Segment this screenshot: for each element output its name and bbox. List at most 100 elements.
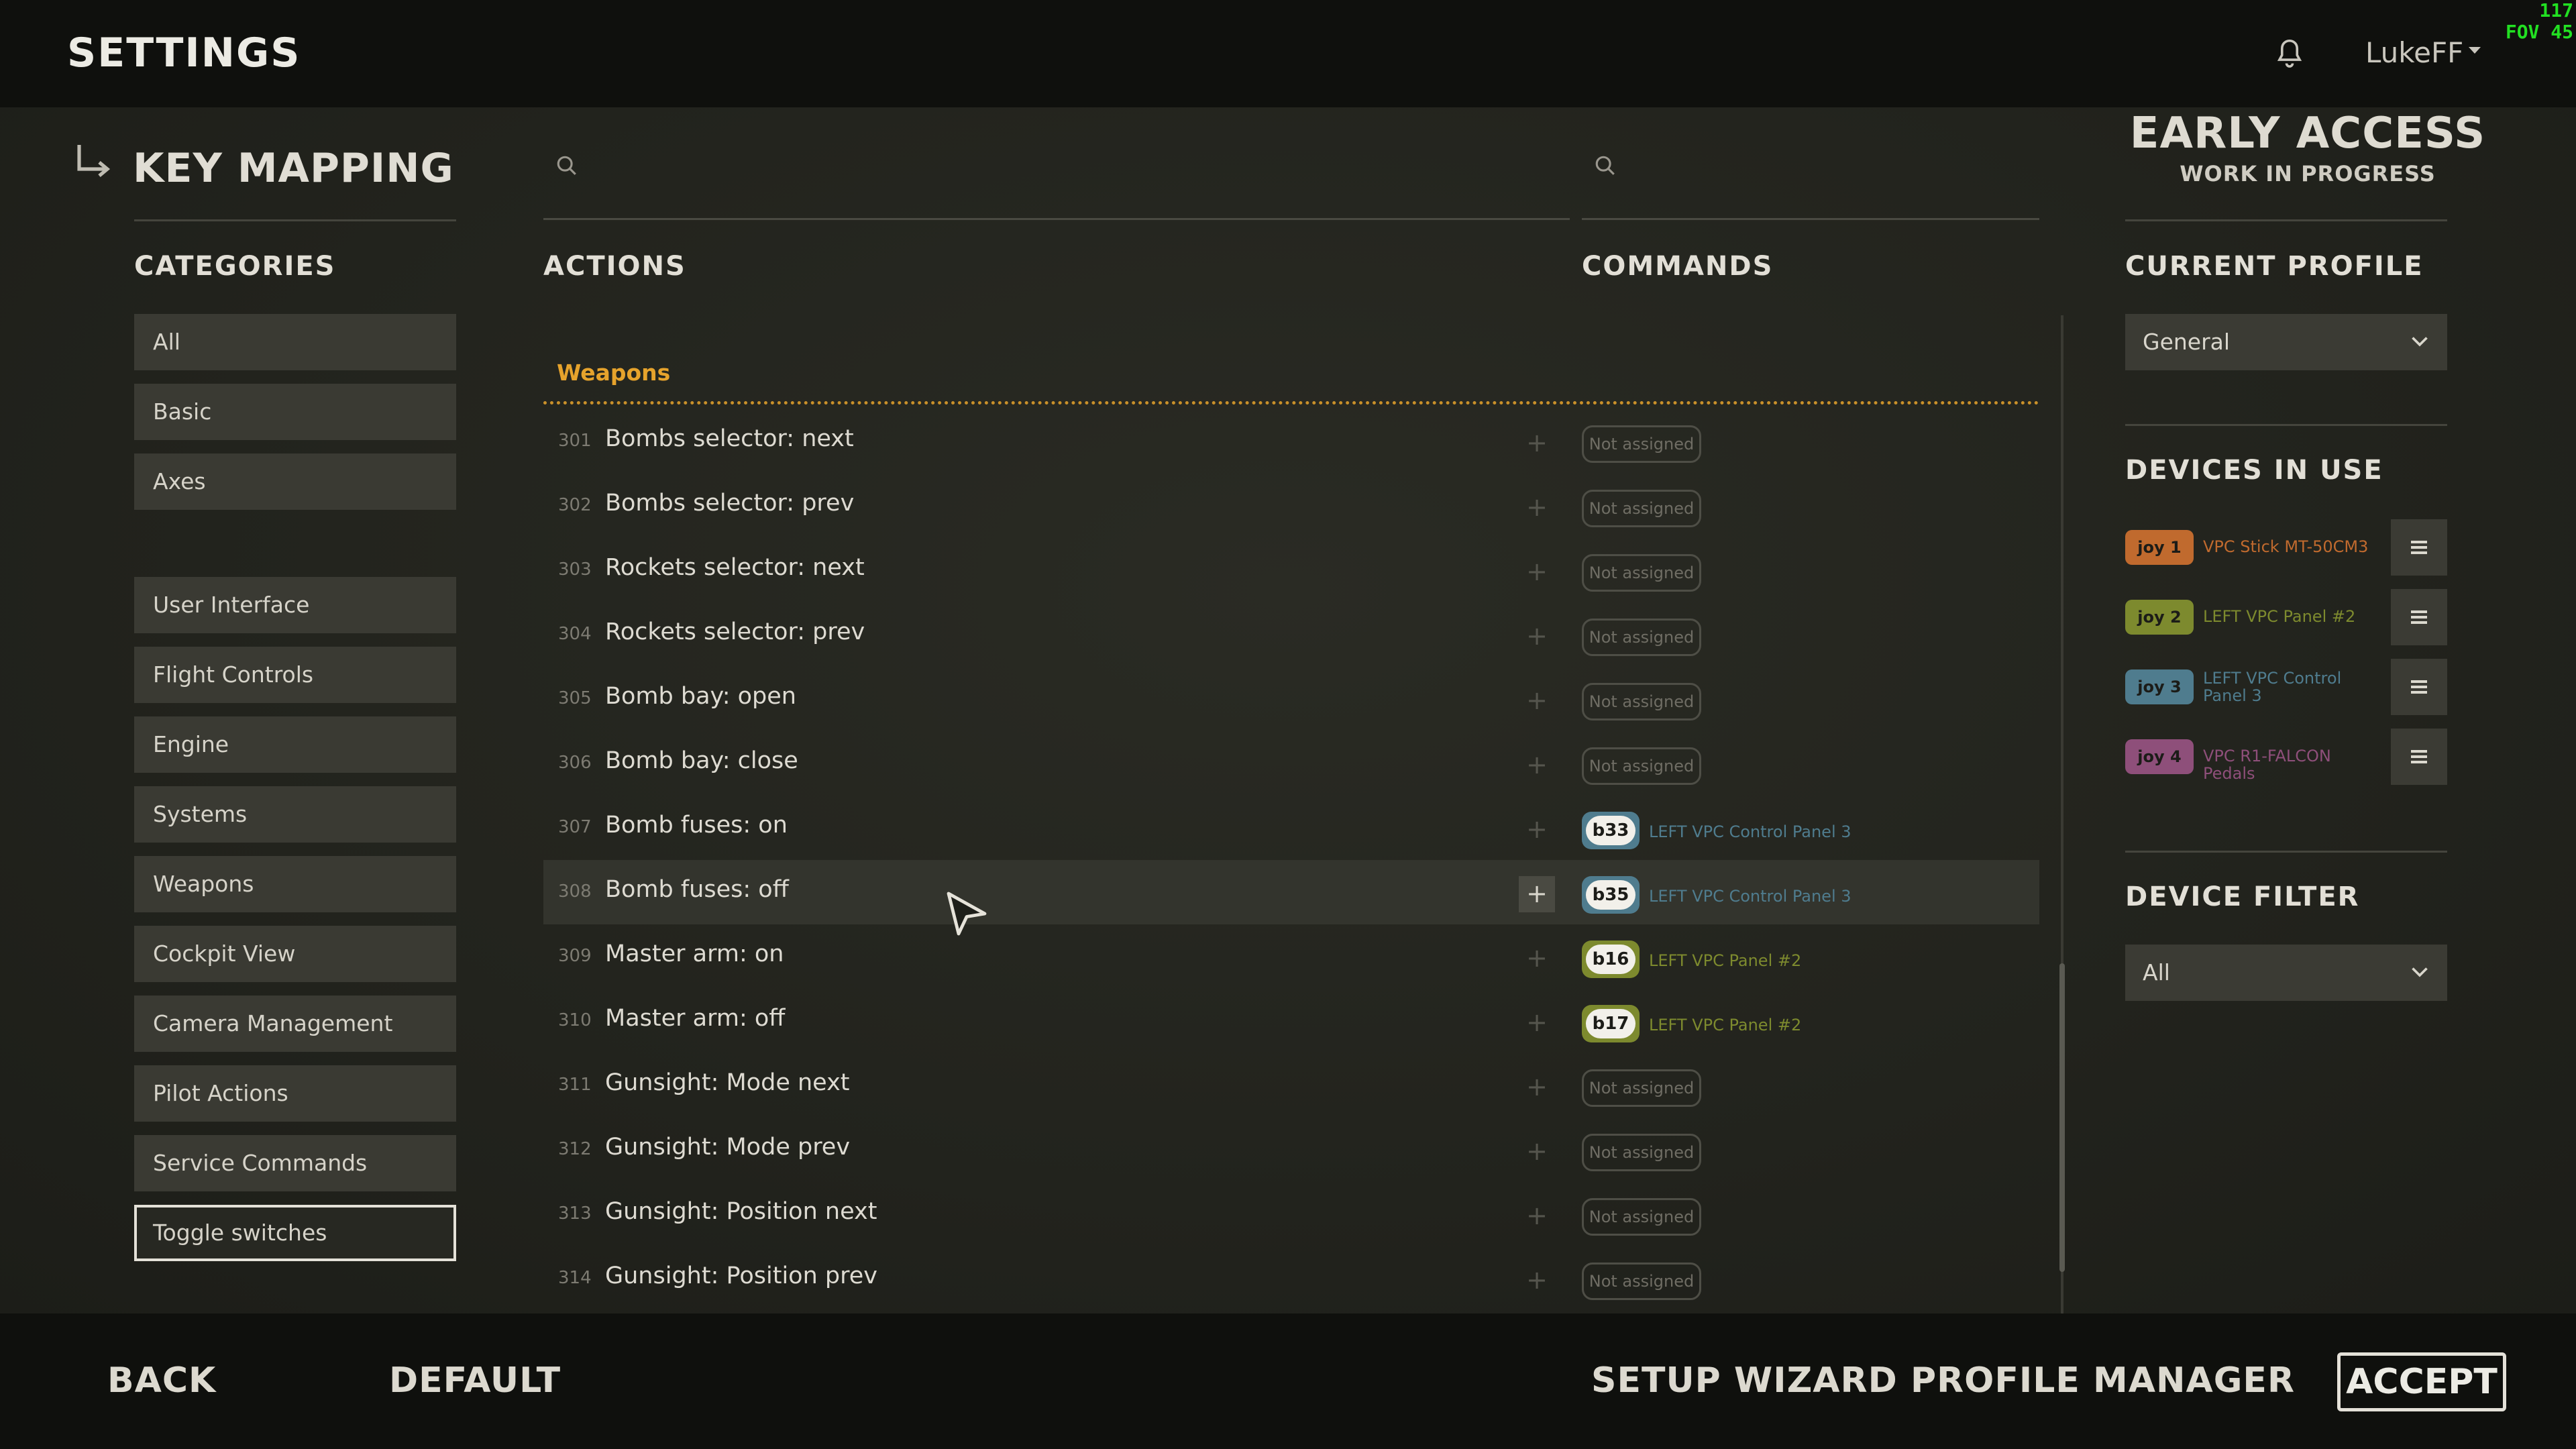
add-binding-button[interactable]: + xyxy=(1519,876,1555,912)
action-number: 307 xyxy=(558,817,592,837)
not-assigned-slot[interactable]: Not assigned xyxy=(1582,619,1701,656)
add-binding-button[interactable]: + xyxy=(1519,1134,1555,1170)
device-menu-button[interactable] xyxy=(2391,729,2447,785)
action-row[interactable]: 314 Gunsight: Position prev + Not assigned xyxy=(543,1246,2039,1311)
add-binding-button[interactable]: + xyxy=(1519,1263,1555,1299)
category-item[interactable]: Engine xyxy=(134,716,456,773)
add-binding-button[interactable]: + xyxy=(1519,1198,1555,1234)
add-binding-button[interactable]: + xyxy=(1519,554,1555,590)
not-assigned-slot[interactable]: Not assigned xyxy=(1582,554,1701,592)
action-row[interactable]: 302 Bombs selector: prev + Not assigned xyxy=(543,474,2039,538)
profile-manager-button[interactable]: PROFILE MANAGER xyxy=(1911,1360,2295,1401)
action-number: 314 xyxy=(558,1268,592,1288)
action-number: 306 xyxy=(558,753,592,773)
category-item[interactable]: All xyxy=(134,314,456,370)
device-menu-button[interactable] xyxy=(2391,519,2447,576)
commands-search xyxy=(1582,141,2039,220)
category-item[interactable]: Flight Controls xyxy=(134,647,456,703)
action-row[interactable]: 309 Master arm: on + b16 LEFT VPC Panel #2 xyxy=(543,924,2039,989)
device-name: LEFT VPC Panel #2 xyxy=(2203,607,2356,626)
category-item[interactable]: User Interface xyxy=(134,577,456,633)
commands-search-input[interactable] xyxy=(1629,148,1995,181)
default-button[interactable]: DEFAULT xyxy=(389,1360,561,1401)
divider xyxy=(134,219,456,221)
action-row[interactable]: 312 Gunsight: Mode prev + Not assigned xyxy=(543,1118,2039,1182)
not-assigned-slot[interactable]: Not assigned xyxy=(1582,1263,1701,1300)
device-menu-button[interactable] xyxy=(2391,659,2447,715)
category-item[interactable]: Systems xyxy=(134,786,456,843)
scrollbar-thumb[interactable] xyxy=(2059,963,2065,1272)
user-menu[interactable]: LukeFF xyxy=(2365,36,2463,69)
device-menu-button[interactable] xyxy=(2391,589,2447,645)
action-row[interactable]: 306 Bomb bay: close + Not assigned xyxy=(543,731,2039,796)
category-item[interactable]: Service Commands xyxy=(134,1135,456,1191)
debug-overlay: 117 FOV 45 xyxy=(2506,0,2573,43)
add-binding-button[interactable]: + xyxy=(1519,747,1555,784)
add-binding-button[interactable]: + xyxy=(1519,490,1555,526)
not-assigned-slot[interactable]: Not assigned xyxy=(1582,425,1701,463)
action-label: Master arm: on xyxy=(605,941,784,967)
action-label: Gunsight: Mode prev xyxy=(605,1134,851,1161)
action-row[interactable]: 304 Rockets selector: prev + Not assigned xyxy=(543,602,2039,667)
action-row[interactable]: 305 Bomb bay: open + Not assigned xyxy=(543,667,2039,731)
key-binding-badge[interactable]: b33 xyxy=(1582,812,1640,849)
top-bar: SETTINGS LukeFF 117 FOV 45 xyxy=(0,0,2576,107)
key-binding-badge[interactable]: b35 xyxy=(1582,876,1640,914)
action-row[interactable]: 303 Rockets selector: next + Not assigned xyxy=(543,538,2039,602)
back-button[interactable]: BACK xyxy=(107,1360,216,1401)
not-assigned-slot[interactable]: Not assigned xyxy=(1582,683,1701,720)
action-label: Gunsight: Position prev xyxy=(605,1263,877,1289)
category-item[interactable]: Cockpit View xyxy=(134,926,456,982)
setup-wizard-button[interactable]: SETUP WIZARD xyxy=(1591,1360,1898,1401)
actions-search-input[interactable] xyxy=(590,148,1411,181)
action-label: Gunsight: Mode next xyxy=(605,1069,850,1096)
key-binding-badge[interactable]: b17 xyxy=(1582,1005,1640,1042)
device-badge: joy 3 xyxy=(2125,669,2194,704)
chevron-down-icon[interactable] xyxy=(2469,47,2481,54)
actions-search xyxy=(543,141,1570,220)
chevron-down-icon xyxy=(2412,967,2428,977)
action-row[interactable]: 310 Master arm: off + b17 LEFT VPC Panel #2 xyxy=(543,989,2039,1053)
not-assigned-slot[interactable]: Not assigned xyxy=(1582,1069,1701,1107)
action-row[interactable]: 301 Bombs selector: next + Not assigned xyxy=(543,409,2039,474)
key-binding-badge[interactable]: b16 xyxy=(1582,941,1640,978)
device-name: LEFT VPC Control Panel 3 xyxy=(2203,669,2342,705)
category-item[interactable]: Camera Management xyxy=(134,996,456,1052)
debug-line-2: FOV 45 xyxy=(2505,21,2573,43)
device-filter-heading: DEVICE FILTER xyxy=(2125,881,2360,912)
bell-icon[interactable] xyxy=(2271,36,2308,72)
category-item[interactable]: Basic xyxy=(134,384,456,440)
category-item[interactable]: Weapons xyxy=(134,856,456,912)
group-divider xyxy=(543,401,2039,405)
action-row[interactable]: 311 Gunsight: Mode next + Not assigned xyxy=(543,1053,2039,1118)
devices-in-use-heading: DEVICES IN USE xyxy=(2125,455,2383,486)
debug-line-1: 117 xyxy=(2539,0,2573,21)
add-binding-button[interactable]: + xyxy=(1519,941,1555,977)
action-number: 302 xyxy=(558,495,592,515)
add-binding-button[interactable]: + xyxy=(1519,425,1555,462)
early-access-title: EARLY ACCESS xyxy=(2129,109,2486,158)
not-assigned-slot[interactable]: Not assigned xyxy=(1582,1198,1701,1236)
not-assigned-slot[interactable]: Not assigned xyxy=(1582,1134,1701,1171)
category-item[interactable]: Pilot Actions xyxy=(134,1065,456,1122)
action-label: Bomb fuses: on xyxy=(605,812,788,839)
add-binding-button[interactable]: + xyxy=(1519,1005,1555,1041)
accept-button[interactable]: ACCEPT xyxy=(2337,1352,2506,1411)
action-row[interactable]: 307 Bomb fuses: on + b33 LEFT VPC Control Pa… xyxy=(543,796,2039,860)
category-item[interactable]: Axes xyxy=(134,453,456,510)
binding-device-name: LEFT VPC Panel #2 xyxy=(1649,1016,1802,1034)
action-row[interactable]: 313 Gunsight: Position next + Not assigned xyxy=(543,1182,2039,1246)
device-filter-dropdown[interactable]: All xyxy=(2125,945,2447,1001)
add-binding-button[interactable]: + xyxy=(1519,619,1555,655)
key-binding-label: b16 xyxy=(1586,945,1635,974)
add-binding-button[interactable]: + xyxy=(1519,683,1555,719)
add-binding-button[interactable]: + xyxy=(1519,812,1555,848)
divider xyxy=(2125,851,2447,853)
not-assigned-slot[interactable]: Not assigned xyxy=(1582,747,1701,785)
category-item[interactable]: Toggle switches xyxy=(134,1205,456,1261)
not-assigned-slot[interactable]: Not assigned xyxy=(1582,490,1701,527)
add-binding-button[interactable]: + xyxy=(1519,1069,1555,1106)
current-profile-dropdown[interactable]: General xyxy=(2125,314,2447,370)
action-number: 308 xyxy=(558,881,592,902)
action-row[interactable]: 308 Bomb fuses: off + b35 LEFT VPC Control P… xyxy=(543,860,2039,924)
